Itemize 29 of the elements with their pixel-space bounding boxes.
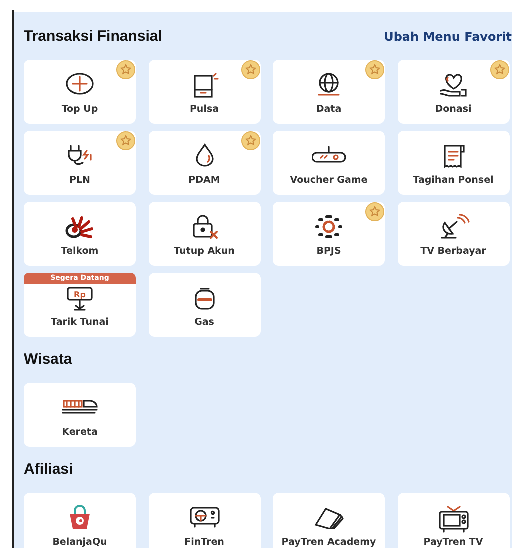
menu-tile[interactable]: FinTren: [148, 493, 260, 548]
cards-icon: [312, 505, 346, 529]
heart-hand-icon: [438, 72, 470, 98]
menu-tile[interactable]: PLN: [24, 131, 136, 195]
dots-ring-icon: [313, 214, 345, 240]
menu-tile[interactable]: PDAM: [148, 131, 260, 195]
plus-circle-icon: [65, 72, 95, 96]
menu-tile[interactable]: Data: [273, 60, 385, 124]
menu-tile[interactable]: Gas: [148, 273, 260, 337]
menu-tile[interactable]: Top Up: [24, 60, 136, 124]
menu-tile[interactable]: Pulsa: [148, 60, 260, 124]
plug-icon: [65, 143, 95, 167]
menu-tile[interactable]: Kereta: [24, 383, 136, 447]
menu-tile[interactable]: PayTren Academy: [273, 493, 385, 548]
tv-icon: [436, 505, 470, 533]
menu-tile[interactable]: Donasi: [398, 60, 510, 124]
menu-tile[interactable]: Telkom: [24, 202, 136, 266]
section-title: Transaksi Finansial: [24, 26, 162, 47]
section-title: Wisata: [24, 350, 72, 370]
edit-favorites-link[interactable]: Ubah Menu Favorit: [384, 28, 512, 46]
menu-tile[interactable]: Tagihan Ponsel: [398, 131, 510, 195]
menu-tile[interactable]: BelanjaQu: [24, 493, 136, 548]
radio-icon: [188, 505, 222, 529]
menu-tile[interactable]: PayTren TV: [398, 493, 510, 548]
section-title: Afiliasi: [24, 460, 74, 480]
menu-tile[interactable]: BPJS: [273, 202, 385, 266]
menu-tile[interactable]: TV Berbayar: [398, 202, 510, 266]
menu-tile[interactable]: Tutup Akun: [148, 202, 260, 266]
menu-tile[interactable]: Voucher Game: [273, 131, 385, 195]
